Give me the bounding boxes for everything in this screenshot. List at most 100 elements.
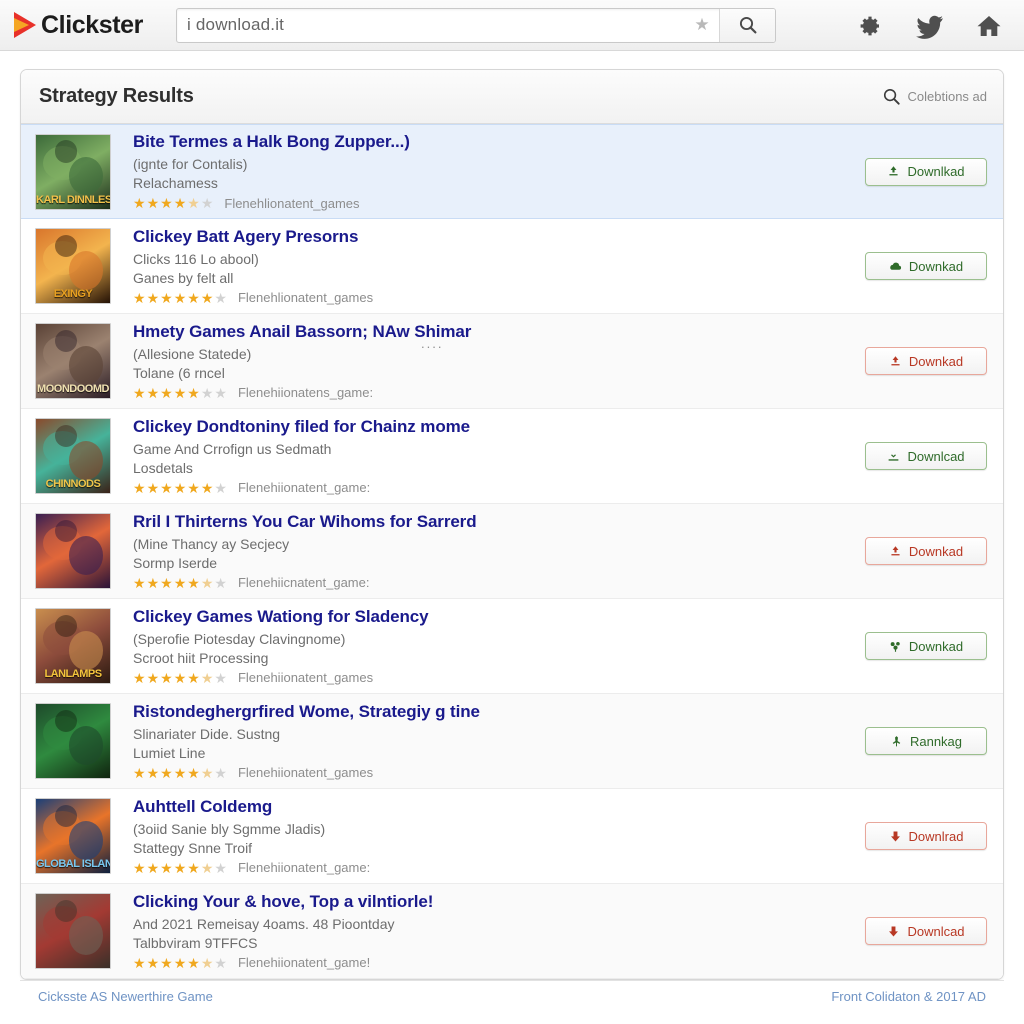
result-thumbnail[interactable] — [35, 703, 111, 779]
download-button[interactable]: Downlrad — [865, 822, 987, 850]
result-row[interactable]: Rril I Thirterns You Car Wihoms for Sarr… — [21, 504, 1003, 599]
sprout-icon — [889, 640, 902, 653]
result-thumbnail[interactable]: MOONDOOMD — [35, 323, 111, 399]
search-input[interactable]: i download.it — [177, 15, 685, 35]
result-category: Flenehiionatent_game: — [237, 860, 371, 876]
footer-left-link[interactable]: Cicksste AS Newerthire Game — [38, 989, 213, 1004]
result-info: Ristondeghergrfired Wome, Strategiy g ti… — [111, 702, 865, 781]
thumbnail-caption: KARL DINNLES — [36, 193, 110, 206]
browser-toolbar: Clickster i download.it ★ — [0, 0, 1024, 51]
result-meta: ★★★★★★★ Flenehiionatens_game: — [133, 385, 865, 400]
result-row[interactable]: Ristondeghergrfired Wome, Strategiy g ti… — [21, 694, 1003, 789]
result-thumbnail[interactable]: GLOBAL ISLANDS — [35, 798, 111, 874]
result-info: Bite Termes a Halk Bong Zupper...) (ignte… — [111, 132, 865, 211]
download-solid-icon — [889, 830, 902, 843]
download-button[interactable]: Downlkad — [865, 157, 987, 186]
pin-icon — [890, 735, 903, 748]
header-search-label: Colebtions ad — [907, 89, 988, 104]
cloud-download-icon — [889, 260, 902, 273]
result-thumbnail[interactable] — [35, 513, 111, 589]
result-subtitle: (Mine Thancy ay Secjecy — [133, 535, 290, 552]
rating-stars: ★★★★★★★ — [133, 669, 228, 686]
result-category: Flenehiionatent_game! — [237, 955, 371, 971]
star-icon[interactable]: ★ — [685, 15, 719, 35]
result-title-link[interactable]: Auhttell Coldemg — [133, 797, 865, 817]
result-subtitle: (3oiid Sanie bly Sgmme Jladis) — [133, 820, 326, 837]
download-solid-icon — [887, 925, 900, 938]
address-search-bar[interactable]: i download.it ★ — [176, 7, 776, 43]
result-detail: Tolane (6 rncel — [133, 364, 225, 381]
twitter-icon[interactable] — [916, 13, 943, 39]
result-info: Auhttell Coldemg (3oiid Sanie bly Sgmme J… — [111, 797, 865, 876]
results-list: KARL DINNLES Bite Termes a Halk Bong Zupp… — [21, 124, 1003, 979]
result-subtitle: And 2021 Remeisay 4oams. 48 Pioontday — [133, 915, 395, 932]
result-category: Flenehiicnatent_game: — [237, 575, 370, 591]
search-submit-button[interactable] — [719, 8, 775, 42]
result-category: Flenehiionatent_games — [237, 670, 374, 686]
result-detail: Sormp Iserde — [133, 554, 218, 571]
result-category: Flenehiionatent_game: — [237, 480, 371, 496]
download-button[interactable]: Rannkag — [865, 727, 987, 755]
thumbnail-caption: LANLAMPS — [44, 668, 102, 680]
result-thumbnail[interactable] — [35, 893, 111, 969]
result-detail: Lumiet Line — [133, 744, 206, 761]
result-title-link[interactable]: Clicking Your & hove, Top a vilntiorle! — [133, 892, 865, 912]
download-button-label: Rannkag — [909, 733, 963, 749]
download-button[interactable]: Downlcad — [865, 442, 987, 470]
footer-right-text: Front Colidaton & 2017 AD — [831, 989, 986, 1004]
download-arrow-icon — [889, 355, 902, 368]
download-button-label: Downkad — [908, 543, 964, 559]
result-info: Clickey Dondtoniny filed for Chainz mome… — [111, 417, 865, 496]
result-row[interactable]: Clicking Your & hove, Top a vilntiorle! A… — [21, 884, 1003, 979]
result-title-link[interactable]: Ristondeghergrfired Wome, Strategiy g ti… — [133, 702, 865, 722]
download-button-label: Downlcad — [907, 448, 965, 464]
download-tray-icon — [887, 450, 900, 463]
results-header: Strategy Results Colebtions ad — [21, 70, 1003, 124]
gear-icon[interactable] — [856, 13, 882, 39]
result-subtitle: Slinariater Dide. Sustng — [133, 725, 281, 742]
download-button[interactable]: Downkad — [865, 537, 987, 565]
result-meta: ★★★★★★ Flenehlionatent_games — [133, 196, 865, 211]
download-button-label: Downlrad — [908, 828, 964, 844]
result-meta: ★★★★★★★ Flenehiionatent_game: — [133, 480, 865, 495]
rating-stars: ★★★★★★★ — [133, 764, 228, 781]
download-button[interactable]: Downlcad — [865, 917, 987, 945]
result-detail: Ganes by felt all — [133, 269, 234, 286]
result-thumbnail[interactable]: LANLAMPS — [35, 608, 111, 684]
download-button-label: Downkad — [908, 353, 964, 369]
rating-stars: ★★★★★★ — [133, 195, 215, 212]
result-subtitle: Clicks 116 Lo abool) — [133, 250, 259, 267]
download-button[interactable]: Downkad — [865, 252, 987, 280]
result-title-link[interactable]: Rril I Thirterns You Car Wihoms for Sarr… — [133, 512, 865, 532]
download-arrow-icon — [889, 545, 902, 558]
result-info: Rril I Thirterns You Car Wihoms for Sarr… — [111, 512, 865, 591]
download-button[interactable]: Downkad — [865, 347, 987, 375]
result-row[interactable]: LANLAMPS Clickey Games Wationg for Sladen… — [21, 599, 1003, 694]
result-info: Clickey Games Wationg for Sladency (Spero… — [111, 607, 865, 686]
result-category: Flenehiionatens_game: — [237, 385, 374, 401]
result-title-link[interactable]: Bite Termes a Halk Bong Zupper...) — [133, 132, 865, 152]
result-thumbnail[interactable]: EXINGY — [35, 228, 111, 304]
result-title-link[interactable]: Clickey Batt Agery Presorns — [133, 227, 865, 247]
result-row[interactable]: KARL DINNLES Bite Termes a Halk Bong Zupp… — [21, 124, 1003, 219]
result-title-link[interactable]: Hmety Games Anail Bassorn; NAw Shimar — [133, 322, 865, 342]
result-detail: Scroot hiit Processing — [133, 649, 269, 666]
download-button-label: Downkad — [908, 638, 964, 654]
result-row[interactable]: CHINNODS Clickey Dondtoniny filed for Cha… — [21, 409, 1003, 504]
result-title-link[interactable]: Clickey Games Wationg for Sladency — [133, 607, 865, 627]
result-detail: Stattegy Snne Troif — [133, 839, 253, 856]
brand-logo[interactable]: Clickster — [14, 5, 164, 45]
result-thumbnail[interactable]: KARL DINNLES — [35, 133, 111, 210]
rating-stars: ★★★★★★★ — [133, 859, 228, 876]
download-button[interactable]: Downkad — [865, 632, 987, 660]
results-card: Strategy Results Colebtions ad KARL DINN… — [20, 69, 1004, 980]
result-row[interactable]: EXINGY Clickey Batt Agery Presorns Clicks … — [21, 219, 1003, 314]
result-title-link[interactable]: Clickey Dondtoniny filed for Chainz mome — [133, 417, 865, 437]
result-thumbnail[interactable]: CHINNODS — [35, 418, 111, 494]
result-meta: ★★★★★★★ Flenehiionatent_game: — [133, 860, 865, 875]
result-detail: Relachamess — [133, 175, 218, 191]
home-icon[interactable] — [976, 13, 1002, 39]
result-row[interactable]: MOONDOOMD Hmety Games Anail Bassorn; NAw … — [21, 314, 1003, 409]
result-row[interactable]: GLOBAL ISLANDS Auhttell Coldemg (3oiid San… — [21, 789, 1003, 884]
header-search[interactable]: Colebtions ad — [882, 87, 988, 106]
